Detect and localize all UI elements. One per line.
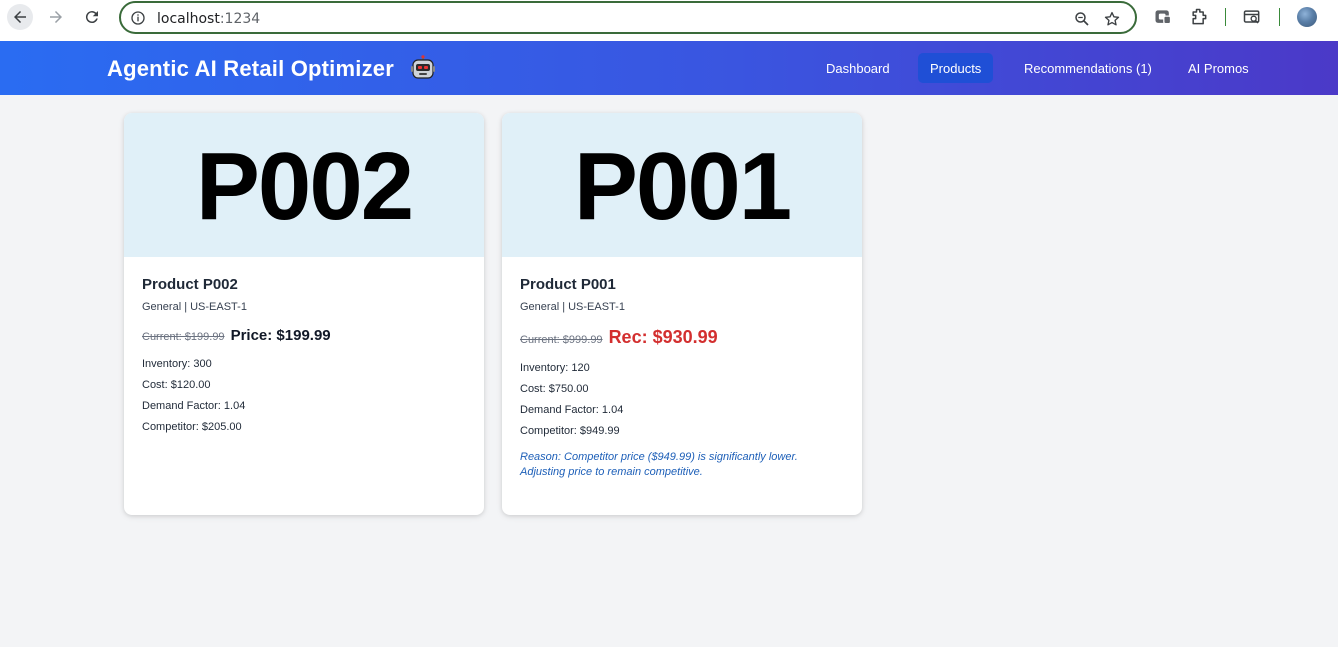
product-meta: General | US-EAST-1 xyxy=(520,301,625,313)
product-meta: General | US-EAST-1 xyxy=(142,301,247,313)
product-card: P002 Product P002 General | US-EAST-1 Cu… xyxy=(124,113,484,515)
arrow-right-icon xyxy=(50,11,62,23)
current-price: Current: $199.99 xyxy=(142,331,225,343)
price-row: Current: $999.99 Rec: $930.99 xyxy=(520,327,844,348)
product-stats: Inventory: 300 Cost: $120.00 Demand Fact… xyxy=(142,354,466,438)
toolbar-separator xyxy=(1225,8,1226,26)
inventory: Inventory: 120 xyxy=(520,362,590,374)
nav-ai-promos[interactable]: AI Promos xyxy=(1176,53,1261,83)
star-icon[interactable] xyxy=(1103,10,1121,28)
url-host: localhost xyxy=(157,11,220,27)
reload-icon xyxy=(85,11,98,24)
forward-button[interactable] xyxy=(43,4,69,30)
extensions-icon[interactable] xyxy=(1189,7,1209,27)
product-hero: P002 xyxy=(124,113,484,257)
cost: Cost: $750.00 xyxy=(520,383,589,395)
extension-puzzle-badge-icon[interactable] xyxy=(1153,7,1173,27)
competitor-price: Competitor: $949.99 xyxy=(520,425,620,437)
product-title: Product P001 xyxy=(520,276,616,293)
toolbar-separator xyxy=(1279,8,1280,26)
recommendation-reason: Reason: Competitor price ($949.99) is si… xyxy=(520,451,798,478)
product-hero: P001 xyxy=(502,113,862,257)
competitor-price: Competitor: $205.00 xyxy=(142,421,242,433)
url-text: localhost:1234 xyxy=(157,11,260,27)
nav-recommendations[interactable]: Recommendations (1) xyxy=(1012,53,1164,83)
product-hero-id: P001 xyxy=(573,133,792,240)
demand-factor: Demand Factor: 1.04 xyxy=(142,400,246,412)
robot-icon xyxy=(411,55,435,79)
product-title: Product P002 xyxy=(142,276,238,293)
product-hero-id: P002 xyxy=(195,133,414,240)
arrow-left-icon xyxy=(14,11,26,23)
price: Price: $199.99 xyxy=(230,327,331,344)
product-card: P001 Product P001 General | US-EAST-1 Cu… xyxy=(502,113,862,515)
cost: Cost: $120.00 xyxy=(142,379,211,391)
reload-button[interactable] xyxy=(79,4,105,30)
nav-dashboard[interactable]: Dashboard xyxy=(814,53,902,83)
demand-factor: Demand Factor: 1.04 xyxy=(520,404,624,416)
nav-products[interactable]: Products xyxy=(918,53,994,83)
price-row: Current: $199.99 Price: $199.99 xyxy=(142,327,466,344)
product-card-body: Product P001 General | US-EAST-1 Current… xyxy=(520,276,844,480)
inventory: Inventory: 300 xyxy=(142,358,212,370)
app-brand: Agentic AI Retail Optimizer xyxy=(107,56,394,81)
url-port: :1234 xyxy=(219,11,261,27)
profile-avatar[interactable] xyxy=(1297,7,1317,27)
recommended-price: Rec: $930.99 xyxy=(608,327,718,347)
info-icon[interactable] xyxy=(130,10,146,26)
browser-toolbar: localhost:1234 xyxy=(0,0,1338,41)
app-header: Agentic AI Retail Optimizer Dashboard Pr… xyxy=(0,41,1338,95)
address-bar[interactable]: localhost:1234 xyxy=(119,1,1137,34)
product-card-body: Product P002 General | US-EAST-1 Current… xyxy=(142,276,466,438)
product-stats: Inventory: 120 Cost: $750.00 Demand Fact… xyxy=(520,358,844,442)
current-price: Current: $999.99 xyxy=(520,334,603,346)
zoom-icon[interactable] xyxy=(1073,10,1091,28)
back-button[interactable] xyxy=(7,4,33,30)
tab-search-icon[interactable] xyxy=(1242,7,1262,27)
